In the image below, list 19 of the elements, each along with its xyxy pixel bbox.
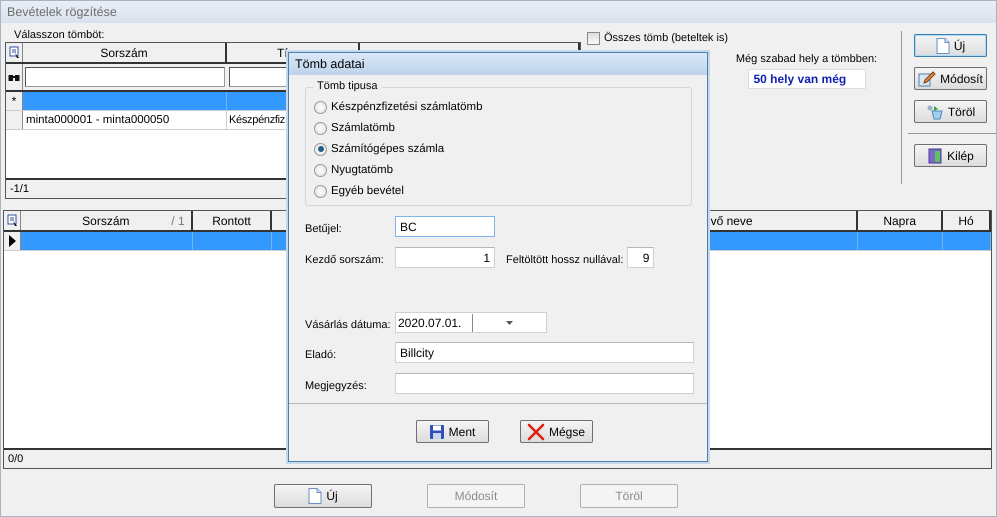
free-space-value: 50 hely van még bbox=[748, 69, 866, 89]
table-cell: minta000001 - minta000050 bbox=[26, 114, 170, 126]
field-label: Eladó: bbox=[305, 348, 338, 360]
field-label: Betűjel: bbox=[305, 222, 343, 234]
group-title: Tömb tipusa bbox=[313, 80, 382, 92]
sort-indicator: / 1 bbox=[171, 214, 185, 228]
field-label: Kezdő sorszám: bbox=[305, 252, 385, 266]
dialog-title: Tömb adatai bbox=[295, 57, 364, 71]
field-label: Vásárlás dátuma: bbox=[305, 318, 392, 330]
window-title: Bevételek rögzítése bbox=[7, 5, 117, 19]
grid-label: Válasszon tömböt: bbox=[13, 28, 106, 42]
record-position: -1/1 bbox=[10, 183, 29, 195]
free-space-label: Még szabad hely a tömbben: bbox=[736, 53, 878, 65]
record-position: 0/0 bbox=[8, 453, 24, 465]
field-label: Feltöltött hossz nullával: bbox=[506, 254, 624, 266]
checkbox-label: Összes tömb (beteltek is) bbox=[604, 32, 728, 44]
row-marker: * bbox=[12, 94, 16, 108]
field-label: Megjegyzés: bbox=[305, 378, 368, 392]
table-cell: Készpénzfiz bbox=[229, 114, 286, 126]
